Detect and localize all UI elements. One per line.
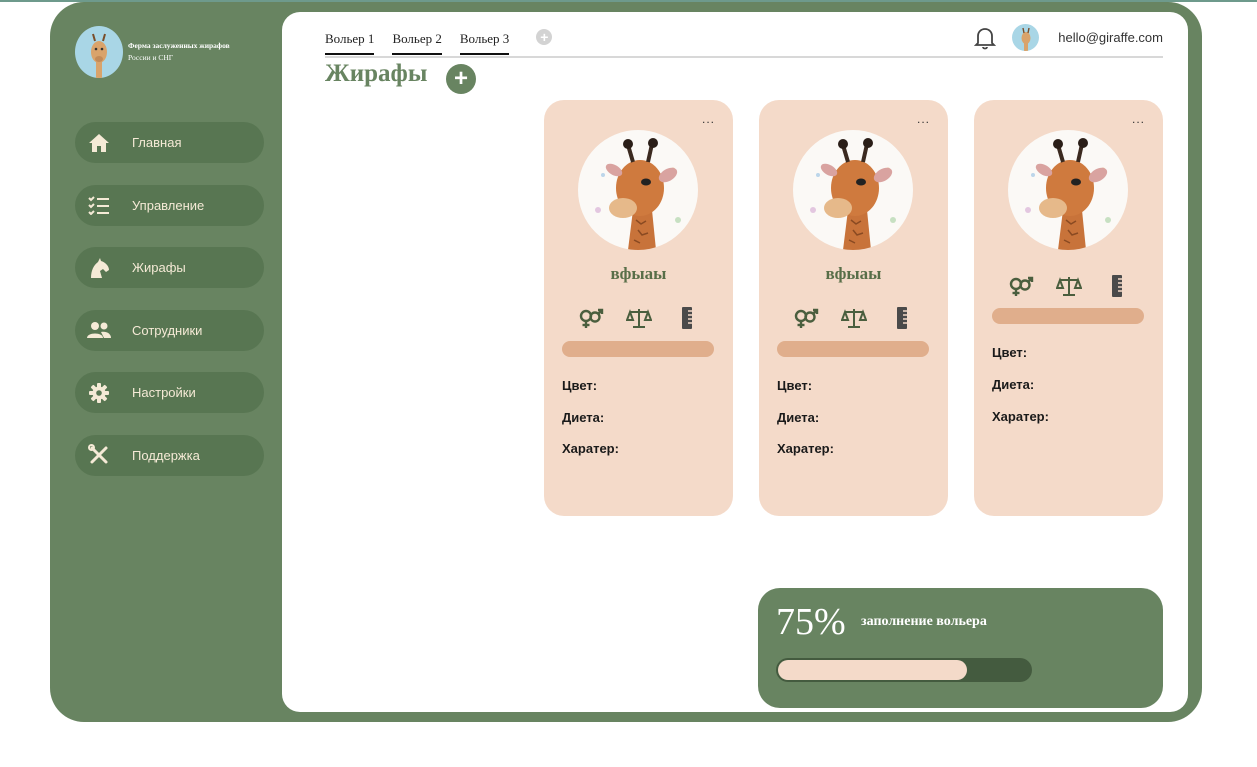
sidebar-item-label: Управление [132, 197, 205, 213]
tabs-divider [325, 56, 1163, 58]
color-label: Цвет: [777, 378, 813, 393]
fill-progress-bar [778, 660, 967, 680]
user-avatar[interactable] [1012, 24, 1040, 51]
tools-icon [87, 443, 111, 467]
enclosure-tabs: Вольер 1 Вольер 2 Вольер 3 + [325, 29, 553, 55]
ruler-icon [673, 306, 701, 330]
giraffe-photo [1008, 130, 1128, 250]
diet-label: Диета: [992, 377, 1035, 392]
home-icon [87, 131, 111, 155]
scale-icon [840, 306, 868, 330]
scale-icon [625, 306, 653, 330]
sidebar-item-label: Сотрудники [132, 322, 203, 338]
main-panel: Вольер 1 Вольер 2 Вольер 3 + hello@giraf… [282, 12, 1188, 712]
fill-label: заполнение вольера [861, 614, 987, 629]
sidebar-item-management[interactable]: Управление [75, 184, 264, 226]
giraffe-photo [793, 130, 913, 250]
giraffe-card[interactable]: ... вфыаы Цвет: Диета: Харатер: [544, 100, 733, 516]
brand: Ферма заслуженных жирафов России и СНГ [75, 26, 230, 78]
user-email[interactable]: hello@giraffe.com [1058, 30, 1163, 45]
giraffe-card[interactable]: ... Цвет: Диета: Харатер: [974, 100, 1163, 516]
diet-label: Диета: [777, 410, 820, 425]
enclosure-fill-widget: 75% заполнение вольера [758, 588, 1163, 708]
card-progress-bar [562, 341, 714, 357]
brand-logo [75, 26, 123, 78]
sidebar-item-label: Жирафы [132, 260, 186, 275]
sidebar-item-home[interactable]: Главная [75, 122, 264, 163]
color-label: Цвет: [992, 345, 1028, 360]
page-title: Жирафы [325, 60, 428, 87]
gender-icon [577, 306, 605, 330]
sidebar-item-label: Главная [132, 135, 182, 150]
brand-text: Ферма заслуженных жирафов России и СНГ [128, 40, 230, 64]
giraffe-name: вфыаы [825, 264, 882, 283]
brand-title: Ферма заслуженных жирафов [128, 41, 230, 50]
scale-icon [1055, 274, 1083, 298]
tab-enclosure-1[interactable]: Вольер 1 [325, 31, 375, 55]
brand-subtitle: России и СНГ [128, 53, 174, 62]
character-label: Харатер: [562, 441, 619, 456]
gender-icon [792, 306, 820, 330]
fill-percent: 75% [776, 601, 846, 643]
ruler-icon [888, 306, 916, 330]
card-icons [544, 306, 733, 330]
tab-enclosure-3[interactable]: Вольер 3 [459, 31, 510, 55]
giraffe-photo [578, 130, 698, 250]
horse-head-icon [87, 256, 111, 280]
app-frame: Ферма заслуженных жирафов России и СНГ Г… [50, 2, 1202, 722]
color-label: Цвет: [562, 378, 598, 393]
character-label: Харатер: [777, 441, 834, 456]
ruler-icon [1103, 274, 1131, 298]
bell-icon[interactable] [974, 26, 997, 50]
sidebar-item-label: Поддержка [132, 447, 200, 463]
checklist-icon [87, 193, 111, 217]
card-menu-button[interactable]: ... [917, 112, 930, 126]
tab-enclosure-2[interactable]: Вольер 2 [392, 31, 442, 55]
card-progress-bar [777, 341, 929, 357]
card-icons [974, 274, 1163, 298]
sidebar-item-staff[interactable]: Сотрудники [75, 309, 264, 351]
sidebar-item-giraffes[interactable]: Жирафы [75, 247, 264, 288]
sidebar-nav: Главная Управление Жирафы Сотрудники Нас… [75, 122, 264, 497]
users-icon [87, 318, 111, 342]
gear-icon [87, 381, 111, 405]
header-right: hello@giraffe.com [974, 24, 1163, 51]
card-menu-button[interactable]: ... [1132, 112, 1145, 126]
sidebar-item-label: Настройки [132, 385, 196, 400]
card-menu-button[interactable]: ... [702, 112, 715, 126]
diet-label: Диета: [562, 410, 605, 425]
sidebar-item-support[interactable]: Поддержка [75, 434, 264, 476]
fill-progress-track [776, 658, 1032, 682]
card-icons [759, 306, 948, 330]
giraffe-name: вфыаы [610, 264, 667, 283]
giraffe-card[interactable]: ... вфыаы Цвет: Диета: Харатер: [759, 100, 948, 516]
card-progress-bar [992, 308, 1144, 324]
sidebar-item-settings[interactable]: Настройки [75, 372, 264, 413]
add-giraffe-button[interactable]: + [446, 64, 476, 94]
gender-icon [1007, 274, 1035, 298]
character-label: Харатер: [992, 409, 1049, 424]
add-tab-button[interactable]: + [536, 29, 553, 45]
